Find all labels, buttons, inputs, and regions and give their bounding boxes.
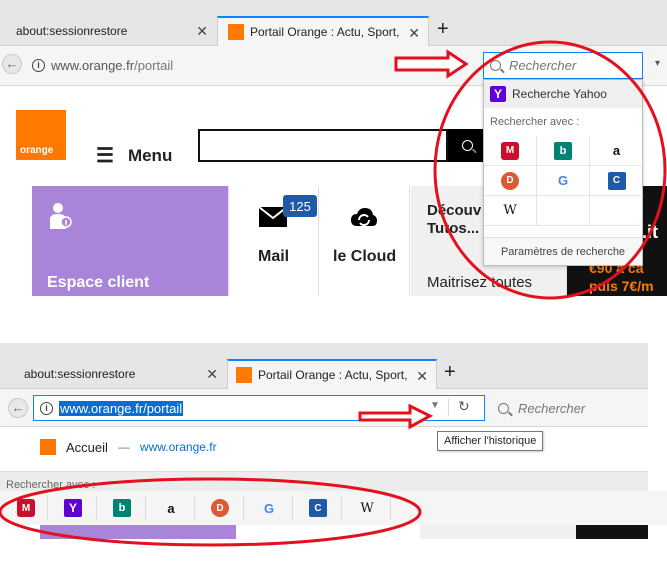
annotation-overlay — [0, 403, 434, 547]
red-circle-annotation — [0, 477, 422, 547]
red-arrow-annotation — [394, 49, 469, 79]
red-circle-annotation — [433, 40, 667, 300]
browser-window-search-popup: about:sessionrestore ✕ Portail Orange : … — [0, 0, 667, 305]
annotation-overlay — [394, 40, 667, 300]
browser-window-urlbar-popup: about:sessionrestore ✕ Portail Orange : … — [0, 343, 667, 561]
red-arrow-annotation — [358, 403, 434, 430]
